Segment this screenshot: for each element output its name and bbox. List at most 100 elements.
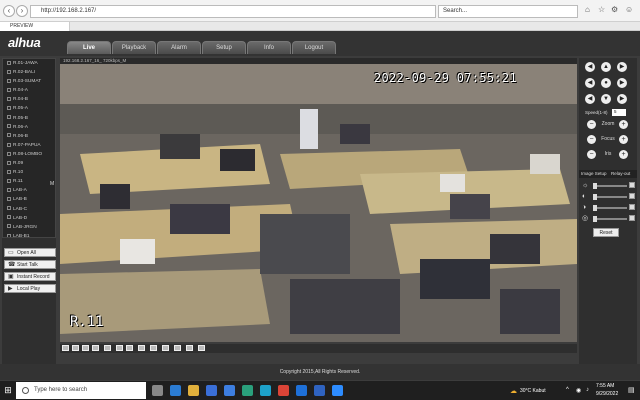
layout-4-icon[interactable] — [72, 345, 79, 351]
volume-icon[interactable]: ♪ — [586, 387, 589, 393]
iris-close-button[interactable]: − — [587, 150, 596, 159]
channel-item[interactable]: R.04-A — [3, 86, 55, 95]
channel-item[interactable]: R.01-JAWA — [3, 59, 55, 68]
channel-item[interactable]: R.06-A — [3, 123, 55, 132]
channel-item[interactable]: R.05-B — [3, 114, 55, 123]
focus-out-button[interactable]: − — [587, 135, 596, 144]
brightness-knob[interactable] — [593, 183, 597, 189]
tab-setup[interactable]: Setup — [202, 41, 246, 54]
hue-knob[interactable] — [593, 216, 597, 222]
back-icon[interactable]: ‹ — [3, 5, 15, 17]
ptz-right-icon[interactable]: ▶ — [617, 78, 627, 88]
zoom-out-button[interactable]: − — [587, 120, 596, 129]
tray-arrow-icon[interactable]: ^ — [566, 387, 569, 393]
task-view-icon[interactable] — [152, 385, 163, 396]
camera-icon — [7, 178, 11, 183]
instant-record-button[interactable]: ▣ Instant Record — [4, 272, 56, 281]
contrast-knob[interactable] — [593, 194, 597, 200]
ptz-left-icon[interactable]: ◀ — [585, 78, 595, 88]
layout-25-icon[interactable] — [116, 345, 123, 351]
smiley-icon[interactable]: ☺ — [625, 5, 633, 14]
local-play-button[interactable]: ▶ Local Play — [4, 284, 56, 293]
url-input[interactable]: http://192.168.2.167/ — [30, 5, 436, 18]
network-icon[interactable]: ◉ — [576, 387, 581, 394]
close-all-icon[interactable] — [174, 345, 181, 351]
ptz-down-right-icon[interactable]: ▶ — [617, 94, 627, 104]
tab-playback[interactable]: Playback — [112, 41, 156, 54]
browser-tab-preview[interactable]: PREVIEW — [0, 22, 70, 31]
channel-item[interactable]: R.10 — [3, 168, 55, 177]
ptz-up-icon[interactable]: ▲ — [601, 62, 611, 72]
clock-date[interactable]: 9/29/2022 — [596, 391, 618, 397]
relay-out-tab[interactable]: Relay-out — [611, 170, 630, 178]
stream-icon[interactable] — [186, 345, 193, 351]
word-icon[interactable] — [314, 385, 325, 396]
hue-slider[interactable] — [593, 216, 627, 222]
layout-36-icon[interactable] — [126, 345, 133, 351]
channel-item[interactable]: R.03-SUMAT — [3, 77, 55, 86]
ptz-down-left-icon[interactable]: ◀ — [585, 94, 595, 104]
ptz-center-icon[interactable]: ● — [601, 78, 611, 88]
settings-icon[interactable] — [198, 345, 205, 351]
channel-item[interactable]: LAB-C — [3, 205, 55, 214]
channel-item[interactable]: R.06-B — [3, 132, 55, 141]
open-all-button[interactable]: ▭ Open All — [4, 248, 56, 257]
mail-icon[interactable] — [224, 385, 235, 396]
layout-9-icon[interactable] — [92, 345, 99, 351]
brightness-slider[interactable] — [593, 183, 627, 189]
tab-info[interactable]: Info — [247, 41, 291, 54]
layout-8-icon[interactable] — [82, 345, 89, 351]
channel-item[interactable]: R.08-LOMBO — [3, 150, 55, 159]
tab-live[interactable]: Live — [67, 41, 111, 54]
snapshot-icon[interactable] — [150, 345, 157, 351]
saturation-knob[interactable] — [593, 205, 597, 211]
taskbar-search-input[interactable]: Type here to search — [16, 382, 146, 399]
contrast-slider[interactable] — [593, 194, 627, 200]
file-explorer-icon[interactable] — [188, 385, 199, 396]
clock-time[interactable]: 7:55 AM — [596, 383, 614, 389]
zoom-in-button[interactable]: + — [619, 120, 628, 129]
app-icon[interactable] — [296, 385, 307, 396]
channel-item[interactable]: LAB-B — [3, 195, 55, 204]
reset-button[interactable]: Reset — [593, 228, 619, 237]
channel-item[interactable]: LAB-A — [3, 186, 55, 195]
ptz-down-icon[interactable]: ▼ — [601, 94, 611, 104]
channel-item[interactable]: R.05-A — [3, 104, 55, 113]
channel-item[interactable]: R.07-PAPUA — [3, 141, 55, 150]
channel-item[interactable]: LAB-B1 — [3, 232, 55, 237]
browser-search-input[interactable]: Search... — [438, 5, 578, 18]
iris-open-button[interactable]: + — [619, 150, 628, 159]
focus-in-button[interactable]: + — [619, 135, 628, 144]
speed-select[interactable]: 5 — [612, 109, 626, 116]
settings-icon[interactable]: ⚙ — [611, 5, 618, 14]
fit-window-icon[interactable] — [162, 345, 169, 351]
tab-alarm[interactable]: Alarm — [157, 41, 201, 54]
channel-item[interactable]: R.11 — [3, 177, 55, 186]
home-icon[interactable]: ⌂ — [585, 5, 590, 14]
favorites-icon[interactable]: ☆ — [598, 5, 605, 14]
store-icon[interactable] — [206, 385, 217, 396]
live-video-feed[interactable] — [60, 64, 577, 342]
forward-icon[interactable]: › — [16, 5, 28, 17]
channel-item[interactable]: LAB-D — [3, 214, 55, 223]
ie-icon[interactable] — [242, 385, 253, 396]
zoom-app-icon[interactable] — [332, 385, 343, 396]
layout-1-icon[interactable] — [62, 345, 69, 351]
start-talk-button[interactable]: ☎ Start Talk — [4, 260, 56, 269]
layout-16-icon[interactable] — [104, 345, 111, 351]
browser-icon[interactable] — [260, 385, 271, 396]
channel-item[interactable]: R.04-B — [3, 95, 55, 104]
channel-item[interactable]: R.09 — [3, 159, 55, 168]
ptz-up-left-icon[interactable]: ◀ — [585, 62, 595, 72]
ptz-up-right-icon[interactable]: ▶ — [617, 62, 627, 72]
notification-icon[interactable]: ▤ — [628, 386, 635, 394]
saturation-slider[interactable] — [593, 205, 627, 211]
image-setup-tab[interactable]: Image Setup — [581, 171, 607, 176]
windows-start-icon[interactable]: ⊞ — [0, 381, 16, 400]
channel-item[interactable]: LAB-JRGN — [3, 223, 55, 232]
edge-icon[interactable] — [170, 385, 181, 396]
tab-logout[interactable]: Logout — [292, 41, 336, 54]
channel-item[interactable]: R.02-BALI — [3, 68, 55, 77]
chrome-icon[interactable] — [278, 385, 289, 396]
fullscreen-icon[interactable] — [138, 345, 145, 351]
